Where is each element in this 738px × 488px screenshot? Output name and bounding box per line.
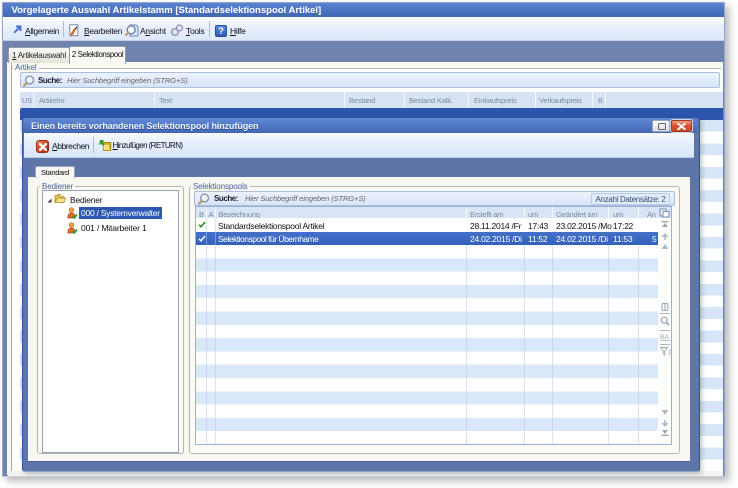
svg-text:BA: BA xyxy=(660,334,669,341)
